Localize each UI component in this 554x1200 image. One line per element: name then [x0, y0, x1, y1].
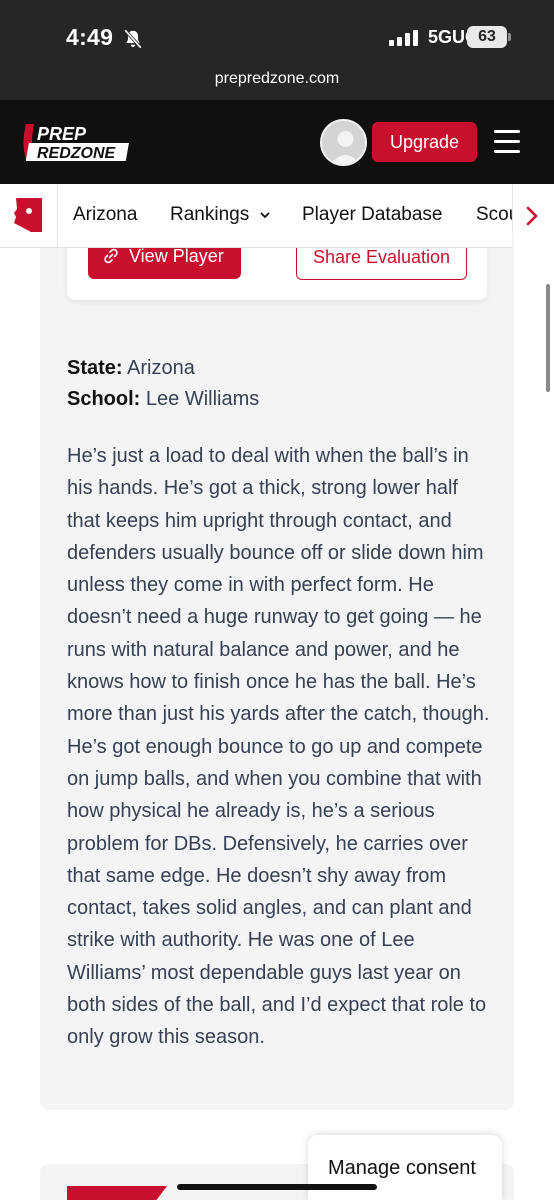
signal-icon [389, 30, 418, 46]
url-bar[interactable]: prepredzone.com [0, 70, 554, 88]
nav-item-player-database[interactable]: Player Database [302, 204, 442, 226]
next-card-banner [67, 1186, 167, 1200]
bell-off-icon [124, 29, 142, 49]
arizona-state-icon [14, 198, 42, 232]
home-indicator [177, 1184, 377, 1190]
manage-consent-button[interactable]: Manage consent [308, 1135, 502, 1200]
hamburger-menu-icon[interactable] [494, 130, 522, 154]
nav-divider [57, 184, 58, 248]
battery-level: 63 [467, 26, 507, 48]
view-player-label: View Player [129, 246, 224, 266]
nav-item-arizona[interactable]: Arizona [73, 204, 137, 226]
state-value: Arizona [127, 357, 195, 379]
prep-redzone-logo[interactable]: PREP REDZONE [20, 120, 136, 164]
school-value: Lee Williams [145, 388, 260, 410]
battery-icon [508, 33, 511, 41]
link-icon [104, 248, 118, 264]
nav-item-rankings-label: Rankings [170, 204, 250, 225]
player-state: State: Arizona [67, 357, 195, 380]
avatar[interactable] [320, 119, 367, 166]
status-time: 4:49 [66, 24, 114, 50]
logo-bottom-text: REDZONE [37, 145, 117, 162]
nav-item-scouting[interactable]: Scou [476, 204, 512, 226]
player-school: School: Lee Williams [67, 388, 259, 411]
upgrade-button[interactable]: Upgrade [372, 122, 477, 162]
logo-top-text: PREP [37, 124, 87, 144]
nav-item-rankings[interactable]: Rankings [170, 204, 271, 226]
school-label: School: [67, 388, 141, 410]
scrollbar[interactable] [546, 284, 550, 392]
chevron-down-icon [259, 212, 270, 219]
chevron-right-icon[interactable] [524, 205, 540, 227]
evaluation-text: He’s just a load to deal with when the b… [67, 445, 490, 1049]
state-label: State: [67, 357, 123, 379]
